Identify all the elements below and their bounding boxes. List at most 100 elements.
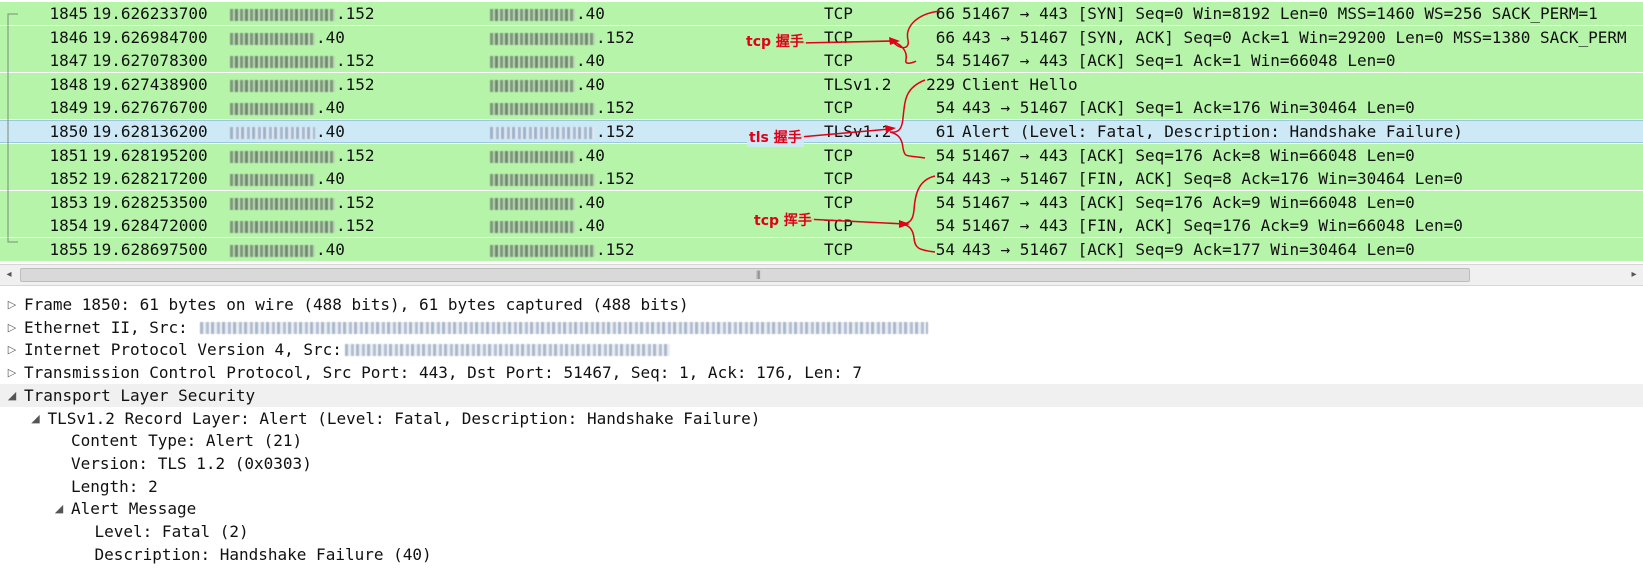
detail-row[interactable]: ▷ Transmission Control Protocol, Src Port…	[0, 361, 1643, 384]
destination-suffix: .40	[576, 51, 605, 70]
redacted-address	[490, 173, 595, 186]
packet-number: 1854	[49, 216, 88, 235]
destination-suffix: .40	[576, 146, 605, 165]
packet-row[interactable]: 1855 19.628697500 .40 .152 TCP 54 443 → 51467 …	[0, 238, 1643, 261]
packet-time: 19.628195200	[92, 146, 208, 165]
scroll-left-arrow-icon[interactable]: ◂	[2, 267, 16, 283]
packet-time: 19.628472000	[92, 216, 208, 235]
packet-time: 19.628253500	[92, 193, 208, 212]
expand-icon[interactable]: ▷	[7, 361, 17, 384]
detail-row[interactable]: Content Type: Alert (21)	[0, 429, 1643, 452]
detail-row[interactable]: ▷ Frame 1850: 61 bytes on wire (488 bits)…	[0, 293, 1643, 316]
source-suffix: .40	[316, 169, 345, 188]
packet-source: .152	[230, 214, 375, 237]
packet-length: 229	[926, 75, 955, 94]
packet-list[interactable]: 1845 19.626233700 .152 .40 TCP 66 51467 → 443 …	[0, 0, 1643, 262]
redacted-address	[230, 79, 335, 92]
detail-text: Transmission Control Protocol, Src Port:…	[24, 363, 863, 382]
packet-number: 1849	[49, 98, 88, 117]
packet-source: .40	[230, 96, 345, 119]
packet-number: 1852	[49, 169, 88, 188]
detail-text: TLSv1.2 Record Layer: Alert (Level: Fata…	[47, 409, 761, 428]
detail-row[interactable]: Level: Fatal (2)	[0, 520, 1643, 543]
detail-text: Frame 1850: 61 bytes on wire (488 bits),…	[24, 295, 689, 314]
packet-time: 19.628136200	[92, 122, 208, 141]
redacted-address	[230, 197, 335, 210]
packet-row[interactable]: 1852 19.628217200 .40 .152 TCP 54 443 → 51467 …	[0, 167, 1643, 190]
expand-icon[interactable]: ▷	[7, 338, 17, 361]
detail-text: Alert Message	[71, 499, 197, 518]
collapse-icon[interactable]: ◢	[54, 497, 64, 520]
packet-length: 54	[935, 216, 955, 235]
detail-row[interactable]: ◢ Alert Message	[0, 497, 1643, 520]
packet-number: 1847	[49, 51, 88, 70]
detail-text: Internet Protocol Version 4, Src:	[24, 340, 352, 359]
redacted-address	[490, 55, 575, 68]
source-suffix: .152	[336, 193, 375, 212]
packet-source: .40	[230, 26, 345, 49]
detail-row[interactable]: Description: Handshake Failure (40)	[0, 543, 1643, 566]
redacted-address	[490, 32, 595, 45]
packet-destination: .40	[490, 2, 605, 25]
packet-row[interactable]: 1847 19.627078300 .152 .40 TCP 54 51467 → 443 …	[0, 49, 1643, 72]
detail-row[interactable]: Length: 2	[0, 475, 1643, 498]
redacted-address	[490, 126, 595, 139]
expand-icon[interactable]: ▷	[7, 293, 17, 316]
detail-text: Length: 2	[71, 477, 158, 496]
packet-source: .152	[230, 73, 375, 96]
scroll-right-arrow-icon[interactable]: ▸	[1627, 267, 1641, 283]
expand-icon[interactable]: ▷	[7, 316, 17, 339]
packet-row[interactable]: 1851 19.628195200 .152 .40 TCP 54 51467 → 443 …	[0, 144, 1643, 167]
detail-row[interactable]: ◢ TLSv1.2 Record Layer: Alert (Level: Fat…	[0, 407, 1643, 430]
packet-source: .40	[230, 167, 345, 190]
packet-destination: .152	[490, 96, 635, 119]
packet-number: 1855	[49, 240, 88, 259]
packet-row[interactable]: 1848 19.627438900.152.40 TLSv1.2 229 Client …	[0, 73, 1643, 96]
packet-time: 19.626984700	[92, 28, 208, 47]
packet-info: 443 → 51467 [SYN, ACK] Seq=0 Ack=1 Win=2…	[962, 28, 1627, 47]
packet-protocol: TCP	[824, 98, 853, 117]
packet-destination: .152	[490, 121, 635, 142]
detail-text: Level: Fatal (2)	[94, 522, 249, 541]
packet-length: 54	[935, 146, 955, 165]
packet-number: 1850	[49, 122, 88, 141]
packet-time: 19.627676700	[92, 98, 208, 117]
packet-time: 19.628697500	[92, 240, 208, 259]
destination-suffix: .152	[596, 28, 635, 47]
packet-info: Client Hello	[962, 75, 1078, 94]
packet-length: 54	[935, 240, 955, 259]
redacted-address	[230, 8, 335, 21]
destination-suffix: .40	[576, 193, 605, 212]
detail-row[interactable]: ▷ Ethernet II, Src:	[0, 316, 1643, 339]
detail-row[interactable]: ▷ Internet Protocol Version 4, Src:	[0, 338, 1643, 361]
detail-row[interactable]: Version: TLS 1.2 (0x0303)	[0, 452, 1643, 475]
detail-text: Content Type: Alert (21)	[71, 431, 303, 450]
packet-details-tree[interactable]: ▷ Frame 1850: 61 bytes on wire (488 bits)…	[0, 293, 1643, 588]
packet-row[interactable]: 1846 19.626984700 .40 .152 TCP 66 443 → 51467 …	[0, 26, 1643, 49]
grip-icon: ⦀	[756, 269, 761, 282]
packet-row[interactable]: 1845 19.626233700 .152 .40 TCP 66 51467 → 443 …	[0, 2, 1643, 25]
detail-text: Ethernet II, Src:	[24, 318, 198, 337]
detail-text: Version: TLS 1.2 (0x0303)	[71, 454, 312, 473]
packet-row[interactable]: 1850 19.628136200.40.152 TLSv1.2 61 Alert (L…	[0, 120, 1643, 143]
scrollbar-thumb[interactable]: ⦀	[20, 268, 1470, 282]
packet-row[interactable]: 1854 19.628472000 .152 .40 TCP 54 51467 → 443 …	[0, 214, 1643, 237]
destination-suffix: .40	[576, 4, 605, 23]
source-suffix: .40	[316, 28, 345, 47]
detail-row[interactable]: ◢ Transport Layer Security	[0, 384, 1643, 407]
destination-suffix: .40	[576, 75, 605, 94]
packet-row[interactable]: 1849 19.627676700 .40 .152 TCP 54 443 → 51467 …	[0, 96, 1643, 119]
packet-length: 66	[935, 4, 955, 23]
packet-protocol: TCP	[824, 28, 853, 47]
packet-source: .40	[230, 121, 345, 142]
redacted-address	[490, 79, 575, 92]
source-suffix: .40	[316, 240, 345, 259]
horizontal-scrollbar[interactable]: ◂ ⦀ ▸	[0, 264, 1643, 286]
collapse-icon[interactable]: ◢	[7, 384, 17, 407]
source-suffix: .152	[336, 4, 375, 23]
packet-destination: .40	[490, 144, 605, 167]
packet-info: Alert (Level: Fatal, Description: Handsh…	[962, 122, 1463, 141]
collapse-icon[interactable]: ◢	[31, 407, 41, 430]
packet-row[interactable]: 1853 19.628253500 .152 .40 TCP 54 51467 → 443 …	[0, 191, 1643, 214]
packet-source: .152	[230, 49, 375, 72]
